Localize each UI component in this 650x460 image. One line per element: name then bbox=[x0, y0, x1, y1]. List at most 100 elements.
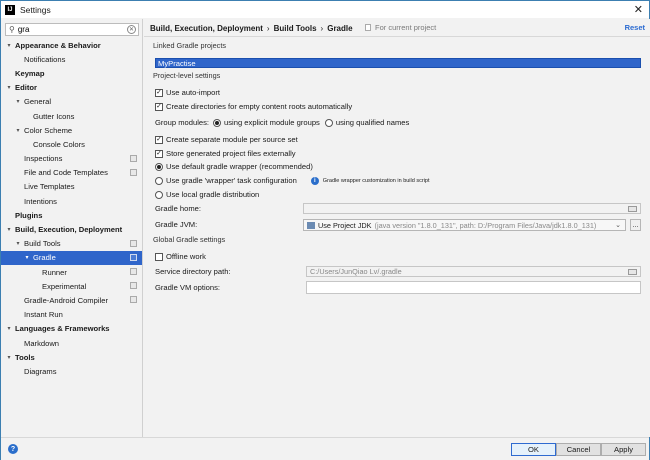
tree-item[interactable]: ▾ Languages & Frameworks bbox=[1, 322, 142, 336]
tree-item[interactable]: Keymap bbox=[1, 66, 142, 80]
group-modules-label: Group modules: bbox=[155, 118, 210, 127]
search-box[interactable]: ⚲ ✕ bbox=[5, 23, 139, 36]
tree-item-label: Notifications bbox=[24, 54, 66, 64]
tree-item[interactable]: ▾ Editor bbox=[1, 81, 142, 95]
reset-link[interactable]: Reset bbox=[625, 23, 645, 32]
chevron-down-icon[interactable]: ▾ bbox=[5, 42, 13, 49]
close-icon[interactable]: ✕ bbox=[634, 3, 643, 16]
section-project-settings: Project-level settings bbox=[153, 71, 220, 80]
tree-item-label: Runner bbox=[42, 267, 67, 277]
project-config-icon bbox=[130, 268, 137, 275]
separate-module-label: Create separate module per source set bbox=[166, 135, 298, 144]
service-dir-value: C:/Users/JunQiao Lv/.gradle bbox=[310, 267, 402, 276]
ok-button[interactable]: OK bbox=[511, 443, 556, 456]
create-dirs-checkbox[interactable]: ✓ bbox=[155, 102, 163, 111]
tree-item-label: Markdown bbox=[24, 338, 60, 348]
dialog-footer: ? OK Cancel Apply bbox=[1, 437, 649, 460]
for-current-project-label: For current project bbox=[375, 23, 437, 32]
tree-item[interactable]: Plugins bbox=[1, 208, 142, 222]
tree-item[interactable]: Gutter Icons bbox=[1, 109, 142, 123]
create-dirs-row[interactable]: ✓ Create directories for empty content r… bbox=[155, 102, 352, 111]
service-dir-field[interactable]: C:/Users/JunQiao Lv/.gradle bbox=[306, 266, 641, 277]
apply-button[interactable]: Apply bbox=[601, 443, 646, 456]
tree-item[interactable]: File and Code Templates bbox=[1, 166, 142, 180]
tree-item[interactable]: ▾ General bbox=[1, 95, 142, 109]
store-externally-row[interactable]: ✓ Store generated project files external… bbox=[155, 149, 296, 158]
store-externally-label: Store generated project files externally bbox=[166, 149, 296, 158]
cancel-button[interactable]: Cancel bbox=[556, 443, 601, 456]
tree-item-label: Gutter Icons bbox=[33, 111, 75, 121]
folder-icon[interactable] bbox=[628, 269, 637, 275]
vm-options-input[interactable] bbox=[306, 281, 641, 294]
tree-item-label: Gradle-Android Compiler bbox=[24, 295, 108, 305]
tree-item[interactable]: Instant Run bbox=[1, 308, 142, 322]
store-externally-checkbox[interactable]: ✓ bbox=[155, 149, 163, 158]
chevron-down-icon[interactable]: ▾ bbox=[5, 84, 13, 91]
tree-item[interactable]: Notifications bbox=[1, 52, 142, 66]
use-auto-import-row[interactable]: ✓ Use auto-import bbox=[155, 88, 220, 97]
help-icon[interactable]: ? bbox=[8, 444, 18, 454]
chevron-down-icon[interactable]: ▾ bbox=[5, 226, 13, 233]
tree-item[interactable]: Runner bbox=[1, 265, 142, 279]
tree-item[interactable]: Markdown bbox=[1, 336, 142, 350]
gradle-jvm-select[interactable]: Use Project JDK (java version "1.8.0_131… bbox=[303, 219, 626, 231]
tree-item[interactable]: Console Colors bbox=[1, 137, 142, 151]
wrapper-task-radio[interactable] bbox=[155, 176, 163, 185]
group-explicit-radio[interactable] bbox=[213, 118, 222, 127]
offline-checkbox[interactable] bbox=[155, 252, 163, 261]
folder-icon[interactable] bbox=[628, 206, 637, 212]
title-bar: IJ Settings ✕ bbox=[1, 1, 649, 18]
offline-row[interactable]: Offline work bbox=[155, 252, 206, 261]
tree-item[interactable]: Live Templates bbox=[1, 180, 142, 194]
gradle-home-label: Gradle home: bbox=[155, 204, 202, 213]
gradle-jvm-more-button[interactable]: ... bbox=[630, 219, 641, 231]
gradle-jvm-detail: (java version "1.8.0_131", path: D:/Prog… bbox=[374, 220, 597, 230]
local-dist-row[interactable]: Use local gradle distribution bbox=[155, 190, 259, 199]
tree-item-label: Tools bbox=[15, 352, 35, 362]
gradle-home-field[interactable] bbox=[303, 203, 641, 214]
wrapper-default-row[interactable]: Use default gradle wrapper (recommended) bbox=[155, 162, 313, 171]
tree-item[interactable]: ▾ Build, Execution, Deployment bbox=[1, 222, 142, 236]
offline-label: Offline work bbox=[166, 252, 206, 261]
wrapper-default-radio[interactable] bbox=[155, 162, 163, 171]
chevron-down-icon[interactable]: ⌄ bbox=[615, 221, 621, 229]
project-config-icon bbox=[130, 253, 137, 261]
use-auto-import-checkbox[interactable]: ✓ bbox=[155, 88, 163, 97]
local-dist-radio[interactable] bbox=[155, 190, 163, 199]
tree-item[interactable]: Inspections bbox=[1, 152, 142, 166]
chevron-down-icon[interactable]: ▾ bbox=[23, 254, 31, 261]
settings-sidebar: ⚲ ✕ ▾Appearance & Behavior Notifications K… bbox=[1, 19, 143, 437]
tree-item[interactable]: Diagrams bbox=[1, 364, 142, 378]
separate-module-checkbox[interactable]: ✓ bbox=[155, 135, 163, 144]
info-icon: i bbox=[310, 176, 319, 185]
chevron-down-icon[interactable]: ▾ bbox=[14, 240, 22, 247]
chevron-down-icon[interactable]: ▾ bbox=[14, 127, 22, 134]
tree-item[interactable]: Intentions bbox=[1, 194, 142, 208]
chevron-down-icon[interactable]: ▾ bbox=[5, 354, 13, 361]
tree-item[interactable]: Experimental bbox=[1, 279, 142, 293]
tree-item[interactable]: ▾ Tools bbox=[1, 350, 142, 364]
section-global-settings: Global Gradle settings bbox=[153, 235, 225, 244]
wrapper-task-row[interactable]: Use gradle 'wrapper' task configuration … bbox=[155, 176, 429, 185]
tree-item-label: Plugins bbox=[15, 210, 43, 220]
tree-item[interactable]: Gradle-Android Compiler bbox=[1, 293, 142, 307]
tree-item[interactable]: ▾ Gradle bbox=[1, 250, 142, 265]
tree-item-label: General bbox=[24, 97, 52, 107]
clear-icon[interactable]: ✕ bbox=[127, 25, 136, 34]
linked-project-item[interactable]: MyPractise bbox=[155, 58, 641, 68]
for-current-project: For current project bbox=[365, 23, 436, 32]
breadcrumb: Build, Execution, Deployment › Build Too… bbox=[150, 22, 353, 34]
chevron-down-icon[interactable]: ▾ bbox=[5, 325, 13, 332]
chevron-down-icon[interactable]: ▾ bbox=[14, 98, 22, 105]
search-input[interactable] bbox=[17, 25, 118, 34]
search-icon: ⚲ bbox=[9, 25, 15, 34]
tree-item[interactable]: ▾ Appearance & Behavior bbox=[1, 38, 142, 52]
tree-item[interactable]: ▾ Build Tools bbox=[1, 237, 142, 251]
tree-item[interactable]: ▾ Color Scheme bbox=[1, 123, 142, 137]
gradle-jvm-value: Use Project JDK bbox=[318, 220, 372, 230]
separate-module-row[interactable]: ✓ Create separate module per source set bbox=[155, 135, 298, 144]
app-icon: IJ bbox=[5, 4, 15, 15]
group-qualified-radio[interactable] bbox=[324, 118, 333, 127]
create-dirs-label: Create directories for empty content roo… bbox=[166, 102, 353, 111]
group-explicit-label: using explicit module groups bbox=[224, 118, 320, 127]
